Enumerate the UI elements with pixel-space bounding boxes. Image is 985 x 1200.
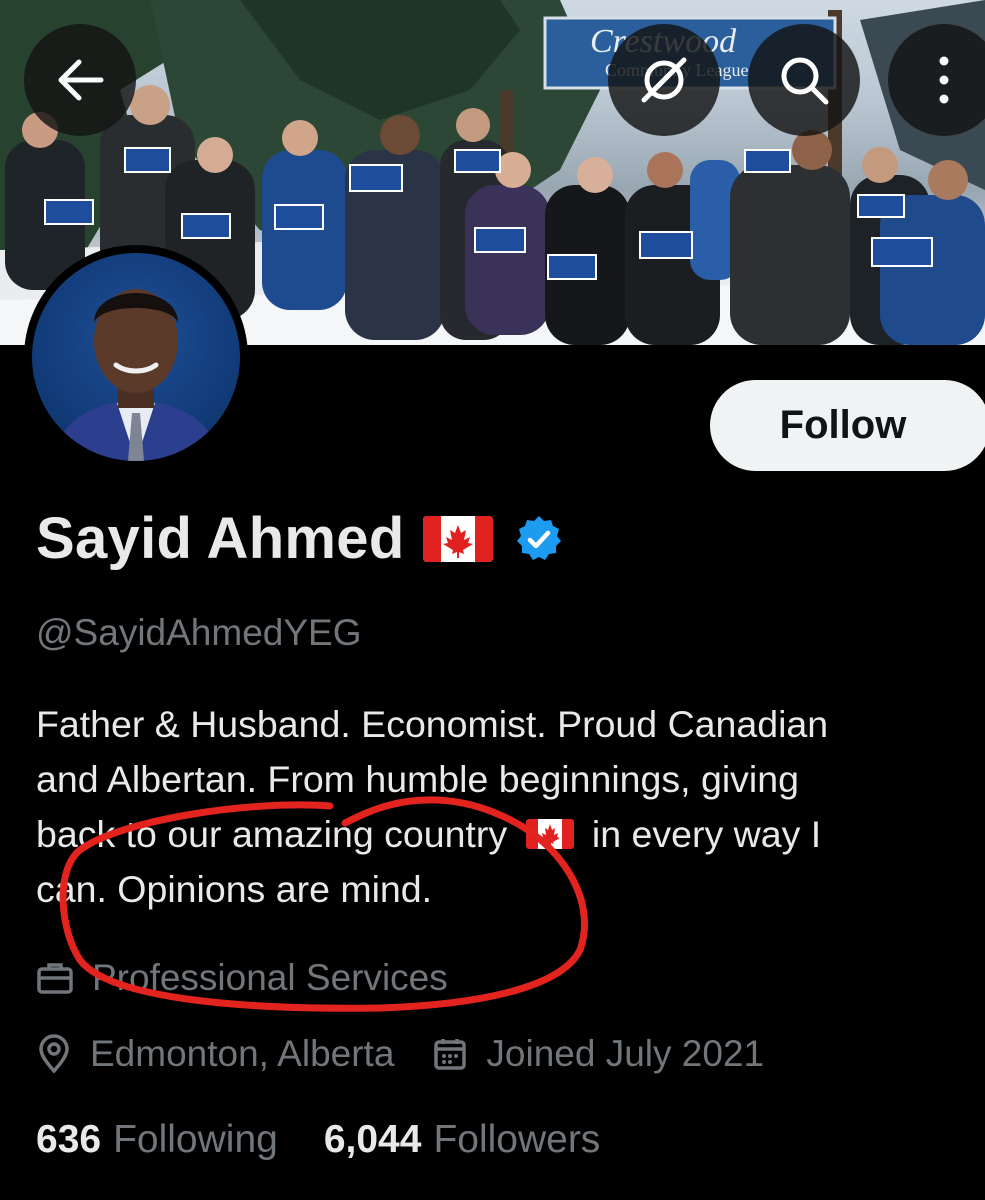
briefcase-icon [37, 963, 73, 994]
profile-location: Edmonton, Alberta [90, 1033, 395, 1074]
search-icon [781, 57, 829, 105]
bio-line-4: can. Opinions are mind. [36, 868, 433, 910]
followers-count: 6,044 [323, 1118, 422, 1161]
profile-name-row: Sayid Ahmed [36, 505, 565, 572]
profile-category[interactable]: Professional Services [92, 957, 448, 999]
canada-flag-icon [422, 515, 493, 562]
followers-label: Followers [433, 1118, 601, 1161]
profile-bio: Father & Husband. Economist. Proud Canad… [36, 697, 966, 917]
profile-category-row: Professional Services [36, 957, 486, 999]
profile-name: Sayid Ahmed [36, 506, 405, 571]
avatar-photo [52, 289, 222, 461]
verified-badge-icon[interactable] [513, 513, 565, 565]
profile-handle: @SayidAhmedYEG [36, 612, 362, 653]
calendar-icon [434, 1039, 467, 1070]
arrow-left-icon [58, 59, 104, 101]
profile-avatar[interactable] [24, 245, 248, 469]
bio-line-3a: back to our amazing country [36, 813, 508, 855]
following-link[interactable]: 636 Following [36, 1118, 278, 1162]
bio-line-1: Father & Husband. Economist. Proud Canad… [36, 703, 829, 745]
profile-stats: 636 Following 6,044 Followers [36, 1118, 646, 1162]
profile-meta-row: Edmonton, Alberta Joined July 2021 [36, 1033, 802, 1075]
search-button[interactable] [748, 24, 860, 136]
canada-flag-icon [525, 819, 574, 850]
hide-button[interactable] [608, 24, 720, 136]
following-label: Following [113, 1118, 278, 1161]
back-button[interactable] [24, 24, 136, 136]
bio-line-2: and Albertan. From humble beginnings, gi… [36, 758, 799, 800]
eye-slash-icon [641, 57, 687, 103]
location-pin-icon [39, 1034, 69, 1074]
bio-line-3b: in every way I [591, 813, 822, 855]
follow-button[interactable]: Follow [710, 380, 985, 471]
profile-joined-date: Joined July 2021 [486, 1033, 765, 1074]
more-vertical-icon [939, 56, 949, 104]
followers-link[interactable]: 6,044 Followers [324, 1118, 600, 1162]
following-count: 636 [36, 1118, 102, 1161]
